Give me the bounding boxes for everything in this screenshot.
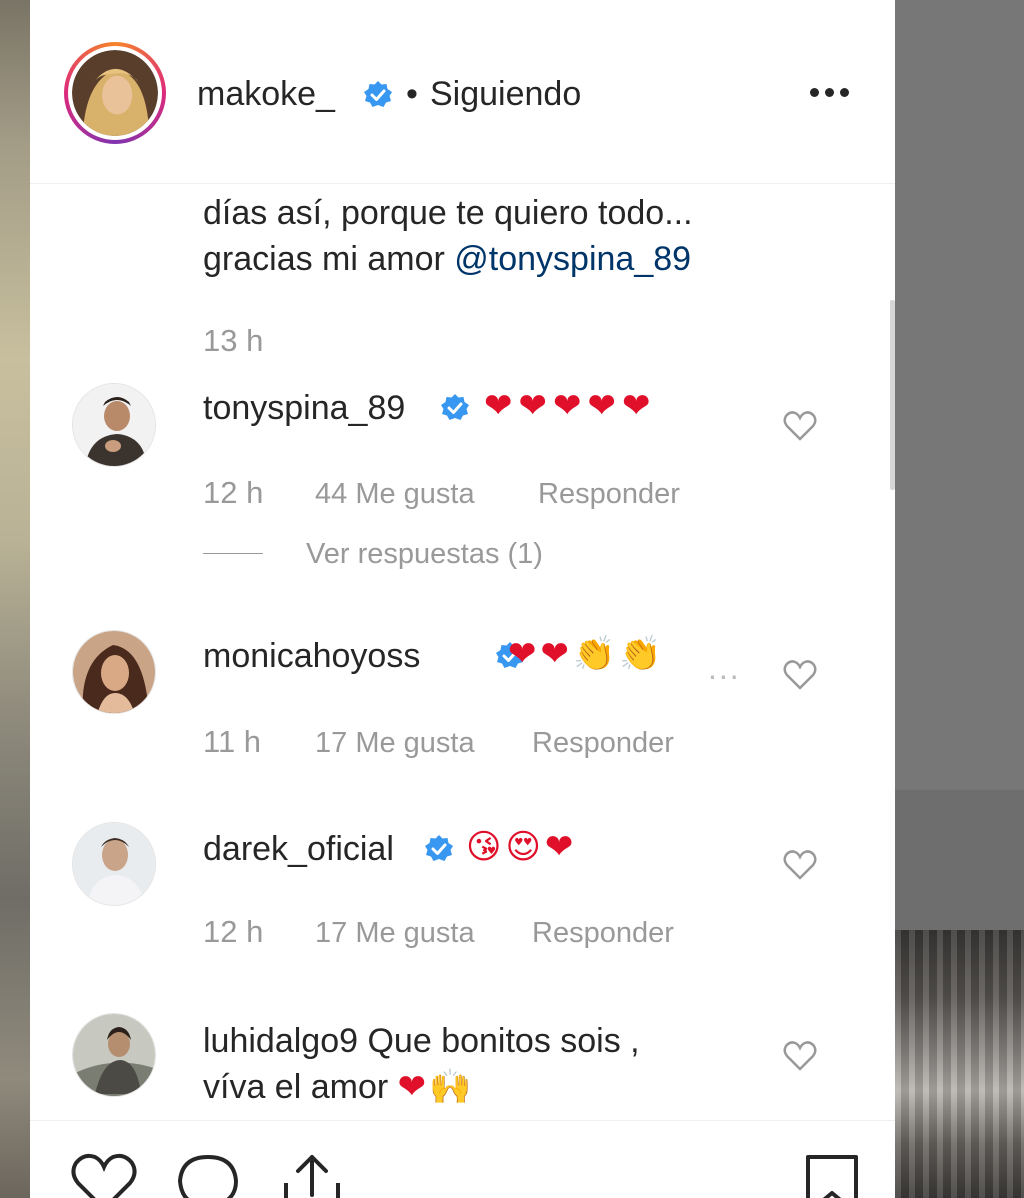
replies-divider: [203, 553, 263, 554]
comment-emoji: 😘😍❤: [466, 828, 578, 866]
caption-text: gracias mi amor: [203, 240, 455, 278]
share-icon[interactable]: [278, 1153, 346, 1198]
comment-text: víva el amor: [203, 1068, 398, 1106]
view-replies-link[interactable]: Ver respuestas (1): [306, 536, 543, 572]
author-username[interactable]: makoke_: [197, 74, 335, 114]
post-comments-panel: makoke_ • Siguiendo días así, porque te …: [30, 0, 895, 1198]
comment-emoji: ❤❤❤❤❤: [484, 387, 657, 425]
background-overlay-right: [895, 0, 1024, 790]
commenter-avatar[interactable]: [72, 630, 156, 714]
comment-username[interactable]: luhidalgo9: [203, 1022, 358, 1060]
comment-icon[interactable]: [174, 1153, 242, 1198]
caption-line-2: gracias mi amor @tonyspina_89: [203, 236, 823, 282]
reply-button[interactable]: Responder: [532, 725, 674, 761]
verified-badge-icon: [425, 835, 453, 861]
commenter-avatar-image: [73, 1014, 155, 1096]
comment-timestamp[interactable]: 11 h: [203, 724, 261, 760]
comment-timestamp[interactable]: 12 h: [203, 475, 263, 511]
heart-icon[interactable]: [782, 659, 818, 691]
comment-text: Que bonitos sois ,: [358, 1022, 640, 1060]
comment-more-button[interactable]: ...: [708, 650, 741, 686]
author-avatar[interactable]: [64, 42, 166, 144]
bookmark-icon[interactable]: [804, 1153, 860, 1198]
caption-mention-link[interactable]: @tonyspina_89: [454, 240, 691, 278]
following-button[interactable]: Siguiendo: [430, 74, 581, 114]
background-photo-right: [895, 930, 1024, 1198]
heart-icon[interactable]: [782, 410, 818, 442]
comment-username[interactable]: tonyspina_89: [203, 388, 405, 428]
post-caption: días así, porque te quiero todo... graci…: [203, 190, 823, 282]
commenter-avatar-image: [73, 823, 155, 905]
comment-emoji: ❤🙌: [397, 1068, 475, 1106]
comment-body: luhidalgo9 Que bonitos sois , víva el am…: [203, 1018, 640, 1110]
comments-scrollbar[interactable]: [890, 300, 895, 490]
post-actions-bar: [30, 1120, 895, 1198]
verified-badge-icon: [441, 394, 469, 420]
commenter-avatar[interactable]: [72, 383, 156, 467]
reply-button[interactable]: Responder: [538, 476, 680, 512]
commenter-avatar-image: [73, 631, 155, 713]
caption-line-1: días así, porque te quiero todo...: [203, 194, 693, 232]
more-options-icon[interactable]: [808, 86, 852, 100]
commenter-avatar-image: [73, 384, 155, 466]
background-photo-left: [0, 0, 30, 1198]
background-overlay-right-mid: [895, 790, 1024, 930]
comment-line-2: víva el amor ❤🙌: [203, 1064, 640, 1110]
comment-line-1: luhidalgo9 Que bonitos sois ,: [203, 1018, 640, 1064]
caption-timestamp[interactable]: 13 h: [203, 323, 263, 359]
comment-likes-count[interactable]: 17 Me gusta: [315, 725, 475, 761]
comment-timestamp[interactable]: 12 h: [203, 914, 263, 950]
comment-likes-count[interactable]: 17 Me gusta: [315, 915, 475, 951]
verified-badge-icon: [364, 81, 392, 107]
author-avatar-image: [72, 50, 158, 136]
commenter-avatar[interactable]: [72, 1013, 156, 1097]
comment-likes-count[interactable]: 44 Me gusta: [315, 476, 475, 512]
heart-icon[interactable]: [782, 849, 818, 881]
reply-button[interactable]: Responder: [532, 915, 674, 951]
commenter-avatar[interactable]: [72, 822, 156, 906]
comment-username[interactable]: darek_oficial: [203, 829, 394, 869]
header-separator: •: [406, 75, 418, 113]
post-header: makoke_ • Siguiendo: [30, 0, 895, 184]
heart-icon[interactable]: [70, 1153, 138, 1198]
comment-emoji: ❤❤👏👏: [508, 635, 666, 673]
comment-username[interactable]: monicahoyoss: [203, 636, 420, 676]
heart-icon[interactable]: [782, 1040, 818, 1072]
